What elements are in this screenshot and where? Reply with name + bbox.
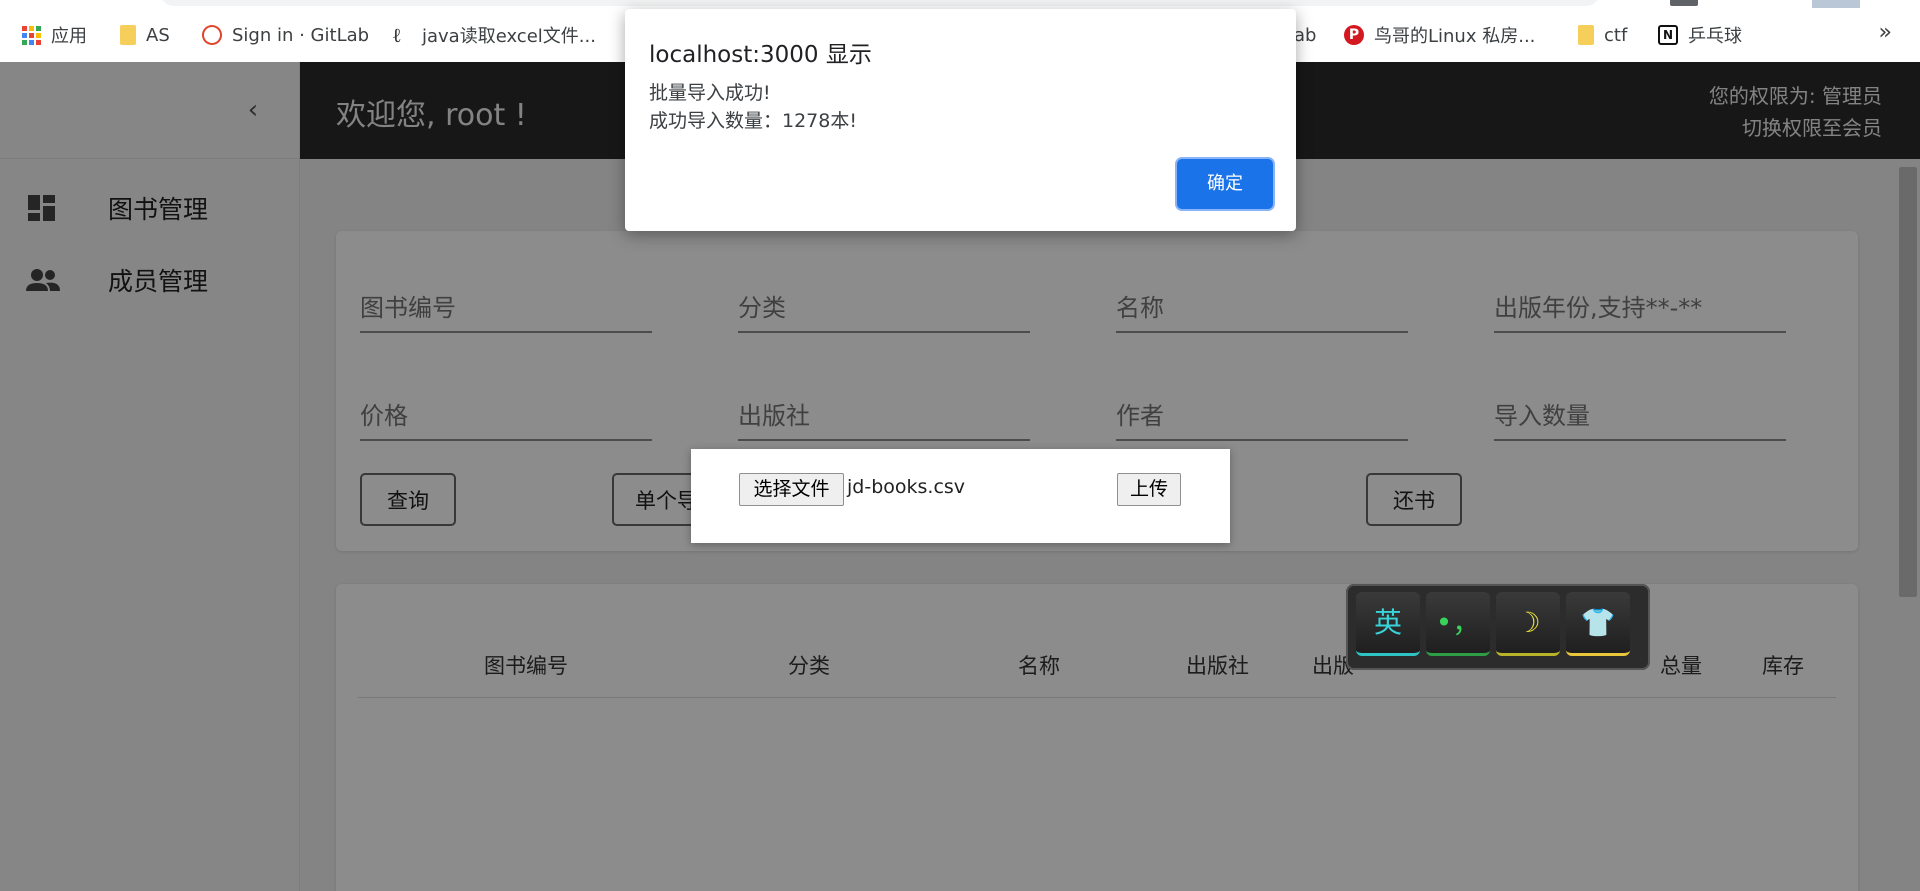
bookmark-label: AS	[146, 24, 170, 46]
bookmark-label: 鸟哥的Linux 私房...	[1374, 26, 1536, 47]
bookmark-label: ctf	[1604, 24, 1628, 46]
bookmark-linux[interactable]: P 鸟哥的Linux 私房...	[1344, 22, 1535, 48]
folder-icon	[1578, 25, 1594, 45]
bookmark-label: 乒乓球	[1688, 26, 1742, 47]
bookmark-label: java读取excel文件...	[422, 26, 596, 47]
notion-icon: N	[1658, 25, 1678, 45]
gitlab-icon	[198, 21, 226, 49]
extension-badge[interactable]	[1670, 0, 1698, 6]
bookmark-ctf[interactable]: ctf	[1578, 22, 1627, 48]
ime-moon-icon[interactable]: ☽	[1496, 592, 1560, 656]
profile-avatar[interactable]	[1812, 0, 1860, 8]
bookmark-pingpong[interactable]: N 乒乓球	[1658, 22, 1742, 48]
alert-message: 批量导入成功! 成功导入数量：1278本!	[649, 79, 857, 135]
alert-dialog: localhost:3000 显示 批量导入成功! 成功导入数量：1278本! …	[625, 9, 1296, 231]
alert-line-success: 批量导入成功!	[649, 82, 771, 104]
choose-file-button[interactable]: 选择文件	[739, 473, 844, 506]
alert-line-count: 成功导入数量：1278本!	[649, 110, 857, 132]
bookmark-gitlab[interactable]: Sign in · GitLab	[198, 21, 370, 49]
bookmark-as[interactable]: AS	[120, 22, 170, 48]
alert-ok-button[interactable]: 确定	[1177, 159, 1273, 209]
selected-file-name: jd-books.csv	[847, 476, 966, 498]
address-bar-edge	[160, 0, 1600, 6]
bookmark-label: ab	[1294, 24, 1317, 46]
bookmark-partial[interactable]: ab	[1294, 22, 1316, 48]
ime-skin-icon[interactable]: 👕	[1566, 592, 1630, 656]
java-icon: ℓ	[392, 23, 402, 47]
apps-grid-icon	[22, 25, 41, 45]
file-upload-dialog: 选择文件 jd-books.csv 上传	[691, 449, 1230, 543]
ime-toolbar: 英 •， ☽ 👕	[1346, 584, 1650, 670]
bookmark-java-excel[interactable]: ℓ java读取excel文件...	[392, 22, 596, 48]
bookmarks-overflow-button[interactable]: »	[1879, 20, 1892, 45]
bookmark-apps[interactable]: 应用	[22, 22, 87, 48]
ime-punctuation-toggle[interactable]: •，	[1426, 592, 1490, 656]
upload-button[interactable]: 上传	[1117, 473, 1181, 506]
alert-title: localhost:3000 显示	[649, 42, 872, 68]
folder-icon	[120, 25, 136, 45]
bookmark-label: Sign in · GitLab	[232, 24, 370, 46]
bookmark-label: 应用	[51, 26, 87, 47]
p-logo-icon: P	[1344, 25, 1364, 45]
ime-language-toggle[interactable]: 英	[1356, 592, 1420, 656]
